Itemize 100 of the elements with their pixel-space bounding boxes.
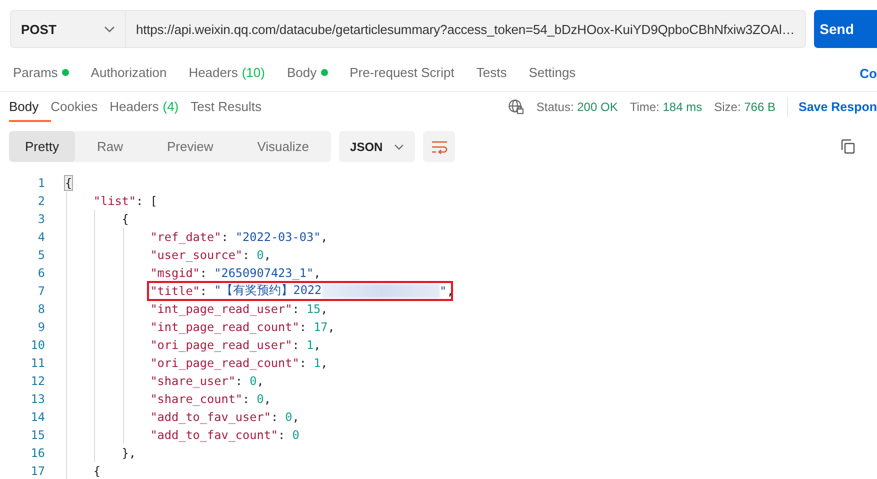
code-token: 0 (292, 428, 300, 442)
response-tab[interactable]: Body (9, 92, 51, 122)
status-text: Size: 766 B (714, 100, 776, 114)
code-token: { (65, 176, 72, 190)
line-number: 15 (30, 428, 45, 442)
send-button[interactable]: Send (814, 10, 877, 48)
code-token: , (314, 266, 321, 280)
code-token: , (446, 284, 454, 298)
code-token: , (328, 320, 335, 334)
line-number: 1 (36, 176, 45, 190)
code-token: "【有奖预约】2022 (214, 283, 322, 299)
copy-button[interactable] (841, 139, 855, 154)
code-token: { (122, 212, 129, 226)
code-token: "int_page_read_user" (150, 302, 292, 316)
line-number: 17 (30, 464, 45, 478)
code-token: { (93, 464, 100, 478)
code-token: : (292, 302, 300, 316)
line-number: 8 (36, 302, 45, 316)
line-number: 10 (30, 338, 45, 352)
line-number: 2 (36, 194, 45, 208)
code-token: : (299, 356, 308, 370)
view-mode-tab[interactable]: Visualize (235, 131, 332, 162)
request-tab[interactable]: Body (286, 55, 350, 91)
code-token: : (299, 320, 308, 334)
code-token: "add_to_fav_count" (150, 428, 278, 442)
code-token: : (242, 248, 251, 262)
line-number: 5 (36, 248, 45, 262)
line-number: 3 (36, 212, 45, 226)
code-token: , (320, 230, 328, 244)
code-token: : [ (136, 194, 158, 208)
code-token: : (235, 374, 244, 388)
code-token: , (314, 338, 321, 352)
save-response-link[interactable]: Save Respon (798, 100, 877, 114)
code-token: "share_user" (150, 374, 236, 388)
code-token: 0 (285, 410, 292, 424)
line-number: 6 (36, 266, 45, 280)
globe-lock-icon (508, 99, 524, 115)
view-mode-tab[interactable]: Pretty (9, 131, 75, 162)
method-dropdown[interactable]: POST (11, 11, 126, 47)
code-token: 1 (314, 356, 321, 370)
code-token: : (221, 230, 230, 244)
code-token: : (278, 428, 286, 442)
code-token: : (200, 284, 208, 298)
code-token: , (256, 374, 264, 388)
code-token: "share_count" (150, 392, 243, 406)
code-token: 1 (306, 338, 314, 352)
code-token: , (264, 392, 271, 406)
wrap-lines-icon (430, 140, 448, 154)
code-token: "msgid" (150, 266, 200, 280)
code-token: : (200, 266, 208, 280)
request-tab[interactable]: Headers (10) (188, 55, 287, 91)
code-token: : (292, 338, 300, 352)
code-token: "title" (150, 284, 200, 298)
code-token: "user_source" (150, 248, 243, 262)
view-mode-tab[interactable]: Raw (74, 131, 145, 162)
view-mode-tab[interactable]: Preview (144, 131, 236, 162)
code-token: 17 (314, 320, 328, 334)
wrap-lines-button[interactable] (423, 131, 456, 162)
code-token: : (242, 392, 251, 406)
line-number: 4 (36, 230, 45, 244)
request-tab[interactable]: Pre-request Script (350, 55, 476, 91)
line-number: 7 (36, 284, 45, 298)
chevron-icon (104, 26, 115, 32)
code-token: , (264, 248, 271, 262)
line-number: 9 (36, 320, 45, 334)
format-dropdown[interactable]: JSON (339, 131, 416, 162)
code-token: "add_to_fav_user" (150, 410, 271, 424)
code-token: , (320, 356, 328, 370)
line-number: 16 (30, 446, 45, 460)
code-token: "ori_page_read_user" (150, 338, 292, 352)
status-text: Time: 184 ms (630, 100, 702, 114)
code-token: 0 (250, 374, 257, 388)
request-tab[interactable]: Settings (528, 55, 598, 91)
line-number: 13 (30, 392, 45, 406)
request-tab[interactable]: Authorization (90, 55, 189, 91)
chevron-icon (394, 144, 404, 150)
code-token: 15 (306, 302, 321, 316)
code-token: "list" (93, 194, 136, 208)
request-tab[interactable]: Params (13, 55, 91, 91)
code-token: "ori_page_read_count" (150, 356, 300, 370)
code-token: "2650907423_1" (214, 266, 314, 280)
url-field[interactable]: https://api.weixin.qq.com/datacube/getarticlesummary?access_token=54_bDzHOox-KuiYD9QpboCBhNfxiw3ZOAl… (126, 11, 805, 47)
link-text[interactable]: Co (860, 66, 877, 80)
code-token: "ref_date" (150, 230, 222, 244)
line-number: 11 (30, 356, 45, 370)
line-number: 14 (30, 410, 45, 424)
code-token: 0 (256, 392, 264, 406)
code-token: " (440, 284, 447, 298)
response-tab[interactable]: Test Results (190, 92, 274, 122)
response-tab[interactable]: Cookies (50, 92, 110, 122)
response-tab[interactable]: Headers (4) (110, 92, 191, 122)
code-token: "2022-03-03" (235, 230, 321, 244)
copy-icon (841, 139, 855, 154)
request-tab[interactable]: Tests (476, 55, 529, 91)
line-number: 12 (30, 374, 45, 388)
code-token: "int_page_read_count" (150, 320, 300, 334)
code-token: , (320, 302, 328, 316)
status-text: Status: 200 OK (536, 100, 618, 114)
code-token: : (270, 410, 280, 424)
code-token: }, (122, 446, 136, 460)
